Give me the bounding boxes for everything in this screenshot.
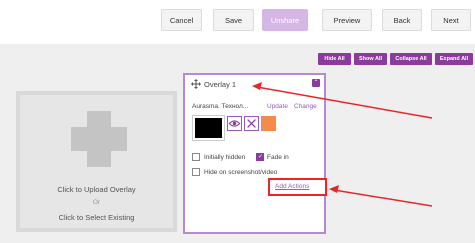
- hide-on-screenshot-label: Hide on screenshot/video: [204, 169, 278, 176]
- preview-button[interactable]: Preview: [322, 9, 372, 31]
- fade-in-checkbox[interactable]: [256, 153, 264, 161]
- plus-icon-bar: [71, 127, 127, 151]
- fade-in-label: Fade in: [267, 154, 289, 161]
- move-icon[interactable]: [191, 79, 201, 89]
- remove-overlay-button[interactable]: [244, 116, 259, 131]
- initially-hidden-checkbox[interactable]: [192, 153, 200, 161]
- upload-overlay-link[interactable]: Click to Upload Overlay: [20, 185, 173, 194]
- collapse-icon[interactable]: ⌃: [312, 79, 320, 87]
- color-swatch[interactable]: [261, 116, 276, 131]
- close-icon: [247, 119, 256, 128]
- unshare-button[interactable]: Unshare: [262, 9, 308, 31]
- hide-on-screenshot-checkbox[interactable]: [192, 168, 200, 176]
- eye-icon: [228, 120, 241, 127]
- upload-dropzone[interactable]: Click to Upload Overlay Or Click to Sele…: [20, 95, 173, 228]
- overlay-source-name: Aurasma. Технол...: [192, 103, 249, 110]
- next-button[interactable]: Next: [431, 9, 471, 31]
- back-button[interactable]: Back: [382, 9, 422, 31]
- thumbnail-image: [195, 118, 222, 138]
- top-toolbar: Cancel Save Unshare Preview Back Next: [0, 0, 475, 38]
- overlay-title: Overlay 1: [204, 80, 237, 89]
- visibility-toggle-button[interactable]: [227, 116, 242, 131]
- or-separator: Or: [92, 199, 101, 206]
- overlay-settings-panel: Overlay 1 ⌃ Aurasma. Технол... Update Ch…: [183, 73, 326, 234]
- cancel-button[interactable]: Cancel: [161, 9, 202, 31]
- initially-hidden-label: Initially hidden: [204, 154, 246, 161]
- hide-all-button[interactable]: Hide All: [318, 53, 351, 65]
- upload-overlay-panel[interactable]: Click to Upload Overlay Or Click to Sele…: [16, 91, 177, 232]
- update-link[interactable]: Update: [267, 103, 288, 110]
- select-existing-link[interactable]: Click to Select Existing: [20, 213, 173, 222]
- show-all-button[interactable]: Show All: [354, 53, 387, 65]
- expand-all-button[interactable]: Expand All: [435, 53, 473, 65]
- change-link[interactable]: Change: [294, 103, 317, 110]
- collapse-all-button[interactable]: Collapse All: [390, 53, 432, 65]
- add-actions-link[interactable]: Add Actions: [275, 183, 309, 190]
- annotation-highlight-box: Add Actions: [268, 178, 327, 196]
- overlay-thumbnail: [192, 115, 225, 141]
- save-button[interactable]: Save: [213, 9, 254, 31]
